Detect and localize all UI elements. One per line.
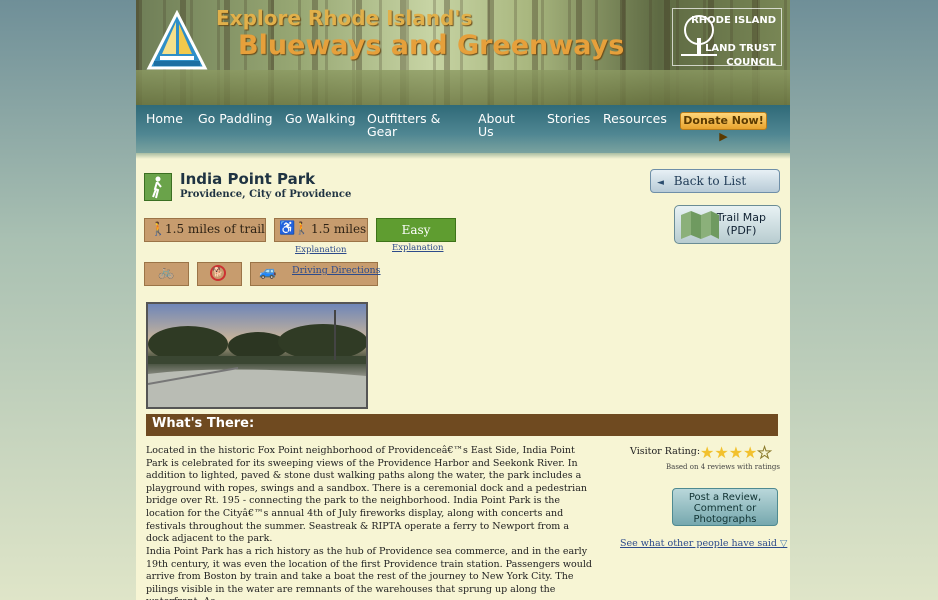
driving-directions-link[interactable]: Driving Directions (292, 265, 381, 276)
folded-map-icon (681, 211, 719, 239)
star-rating: ★★★★★ (700, 443, 772, 463)
nav-shadow (136, 153, 790, 159)
post-review-line1: Post a Review, (688, 492, 762, 503)
wheelchair-icon: ♿ (279, 221, 296, 236)
difficulty-explanation-link[interactable]: Explanation (392, 243, 444, 253)
whats-there-bar: What's There: (146, 414, 778, 436)
nav-go-paddling[interactable]: Go Paddling (198, 112, 273, 125)
star-icon-1: ★ (700, 443, 715, 462)
trail-length-text: 1.5 miles of trail (165, 222, 265, 236)
star-icon-4: ★ (743, 443, 758, 462)
partner-logo-line2: LAND TRUST COUNCIL (705, 43, 776, 68)
hiker-icon (144, 173, 172, 201)
trail-map-pdf-button[interactable]: Trail Map (PDF) (674, 205, 781, 244)
back-arrow-icon: ◄ (657, 178, 664, 188)
park-photo[interactable] (146, 302, 368, 409)
post-review-button[interactable]: Post a Review, Comment or Photographs (672, 488, 778, 526)
whats-there-title: What's There: (152, 416, 255, 431)
nav-about-us[interactable]: About Us (478, 112, 515, 138)
walker-icon: 🚶 (150, 222, 167, 237)
car-icon: 🚙 (259, 264, 277, 280)
park-title: India Point Park (180, 170, 316, 188)
back-to-list-label: Back to List (673, 174, 747, 188)
triangle-down-icon: ▽ (780, 538, 788, 549)
see-reviews-label: See what other people have said (620, 538, 777, 549)
bicycle-icon: 🚲 (158, 265, 175, 280)
page: Explore Rhode Island's Blueways and Gree… (136, 0, 790, 600)
blueways-logo-icon[interactable] (146, 10, 208, 72)
land-trust-council-text: RHODE ISLAND LAND TRUST COUNCIL (676, 14, 776, 70)
nav-resources[interactable]: Resources (603, 112, 667, 125)
accessible-length-badge: ♿ 🚶 1.5 miles (274, 218, 368, 242)
header-title-line1: Explore Rhode Island's (216, 6, 473, 30)
park-photo-illustration (148, 310, 366, 407)
nav-go-walking[interactable]: Go Walking (285, 112, 356, 125)
see-reviews-link[interactable]: See what other people have said ▽ (620, 538, 787, 549)
forest-ground (136, 70, 790, 105)
accessible-explanation-link[interactable]: Explanation (295, 245, 347, 255)
park-location: Providence, City of Providence (180, 189, 352, 200)
nav-stories[interactable]: Stories (547, 112, 590, 125)
trail-length-badge: 🚶 1.5 miles of trail (144, 218, 266, 242)
donate-button[interactable]: Donate Now! ▶ (680, 112, 767, 143)
header-banner: Explore Rhode Island's Blueways and Gree… (136, 0, 790, 105)
visitor-rating-label: Visitor Rating: (630, 446, 701, 457)
bike-badge: 🚲 (144, 262, 189, 286)
description-paragraph-2: India Point Park has a rich history as t… (146, 546, 592, 600)
star-icon-3: ★ (728, 443, 744, 462)
nav-about-line2: Us (478, 124, 494, 139)
description-paragraph-1: Located in the historic Fox Point neighb… (146, 445, 587, 545)
rating-note: Based on 4 reviews with ratings (666, 463, 780, 471)
main-nav: Home Go Paddling Go Walking Outfitters &… (136, 105, 790, 153)
trail-map-label-line2: (PDF) (726, 224, 757, 237)
trail-map-label-line1: Trail Map (716, 211, 766, 224)
nav-outfitters-gear[interactable]: Outfitters & Gear (367, 112, 440, 138)
back-to-list-button[interactable]: ◄ Back to List (650, 169, 780, 193)
post-review-line3: Photographs (693, 514, 757, 525)
nav-outfitters-line2: Gear (367, 124, 398, 139)
nav-home[interactable]: Home (146, 112, 183, 125)
no-dogs-badge: 🐕 (197, 262, 242, 286)
star-empty-icon-5: ★ (757, 443, 772, 463)
accessible-length-text: 1.5 miles (311, 222, 367, 236)
trail-map-label: Trail Map (PDF) (717, 211, 766, 237)
post-review-line2: Comment or (693, 503, 757, 514)
header-title-line2: Blueways and Greenways (238, 30, 625, 61)
partner-logo-line1: RHODE ISLAND (691, 15, 776, 26)
no-dogs-icon: 🐕 (210, 265, 226, 281)
cane-walker-icon: 🚶 (294, 221, 309, 235)
difficulty-badge: Easy (376, 218, 456, 242)
star-icon-2: ★ (714, 443, 729, 462)
